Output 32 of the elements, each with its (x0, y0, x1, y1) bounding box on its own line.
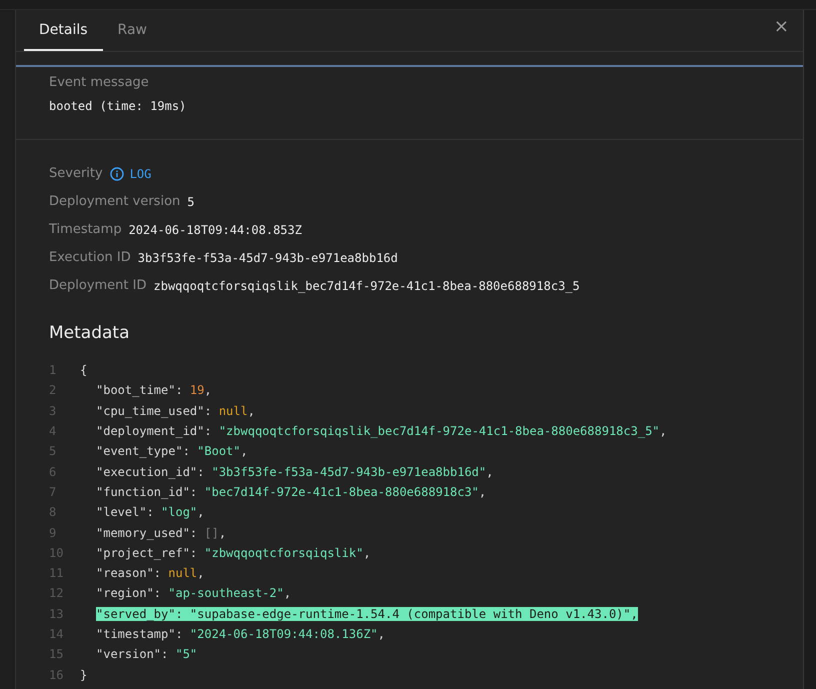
code-line: "project_ref": "zbwqqoqtcforsqiqslik", (96, 546, 371, 560)
field-label: Deployment ID (49, 276, 146, 295)
code-line: } (80, 668, 88, 682)
code-line: { (80, 363, 88, 378)
code-line: "version": "5" (96, 647, 198, 662)
tab[interactable]: Details (24, 10, 103, 51)
code-line: "timestamp": "2024-06-18T09:44:08.136Z", (96, 627, 385, 641)
code-line: "function_id": "bec7d14f-972e-41c1-8bea-880e688918c3", (96, 484, 486, 499)
field-label: Timestamp (49, 220, 122, 239)
field-value: zbwqqoqtcforsqiqslik_bec7d14f-972e-41c1-8bea-880e688918c3_5 (154, 278, 580, 294)
field-label: Execution ID (49, 248, 131, 267)
close-button[interactable]: × (768, 10, 795, 44)
code-line: "deployment_id": "zbwqqoqtcforsqiqslik_bec7d14f-972e-41c1-8bea-880e688918c3_5", (96, 424, 667, 438)
code-line: "reason": null, (96, 566, 204, 580)
tab[interactable]: Raw (102, 10, 162, 51)
code-line: "level": "log", (96, 505, 204, 520)
code-line: "execution_id": "3b3f53fe-f53a-45d7-943b-e971ea8bb16d", (96, 464, 494, 479)
code-line: "memory_used": [], (96, 526, 226, 540)
info-icon (110, 166, 124, 180)
field-label: Severity (49, 164, 103, 183)
field-value: 5 (187, 194, 194, 210)
message-text: booted (time: 19ms) (49, 98, 188, 114)
code-line: "boot_time": 19, (96, 383, 212, 398)
field-value: 2024-06-18T09:44:08.853Z (128, 222, 302, 238)
code-line: "event_type": "Boot", (96, 444, 248, 458)
field-value: 3b3f53fe-f53a-45d7-943b-e971ea8bb16d (138, 250, 398, 266)
field-label: Event message (49, 74, 150, 92)
field-label: Deployment version (49, 192, 180, 211)
code-line: "region": "ap-southeast-2", (96, 586, 292, 600)
severity-value: LOG (130, 166, 152, 182)
section-heading: Metadata (49, 322, 131, 344)
code-line: "cpu_time_used": null, (96, 404, 255, 418)
